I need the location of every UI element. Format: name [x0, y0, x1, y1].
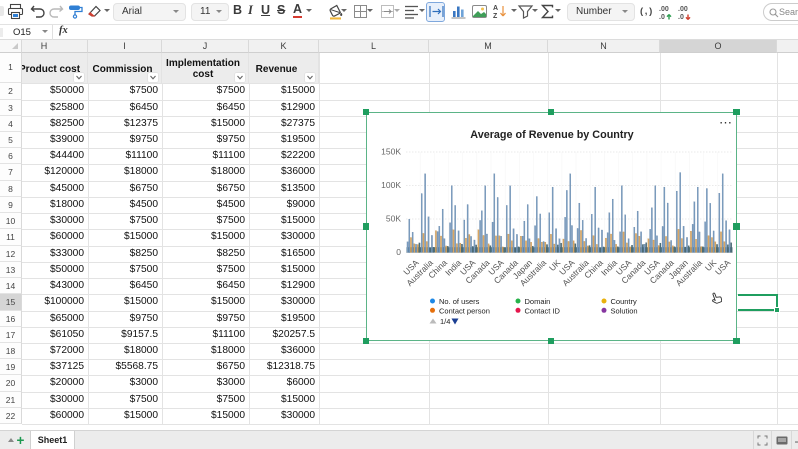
svg-text:50K: 50K — [386, 214, 401, 224]
svg-text:100K: 100K — [381, 180, 401, 190]
svg-text:Domain: Domain — [525, 297, 551, 306]
svg-text:.00: .00 — [678, 6, 688, 13]
svg-text:USA: USA — [713, 257, 733, 277]
svg-text:Country: Country — [611, 297, 638, 306]
svg-text:No. of users: No. of users — [439, 297, 480, 306]
svg-text:.0: .0 — [678, 14, 684, 21]
svg-text:0: 0 — [396, 247, 401, 257]
svg-text:Z: Z — [493, 13, 498, 20]
svg-text:150K: 150K — [381, 147, 401, 157]
svg-text:.00: .00 — [659, 6, 669, 13]
svg-text:Average of Revenue by Country: Average of Revenue by Country — [470, 129, 633, 141]
svg-text:Contact ID: Contact ID — [525, 306, 561, 315]
svg-text:.0: .0 — [659, 14, 665, 21]
svg-text:A: A — [493, 5, 498, 12]
svg-text:Contact person: Contact person — [439, 306, 490, 315]
svg-text:Solution: Solution — [611, 306, 638, 315]
svg-text:1/4: 1/4 — [440, 317, 450, 326]
